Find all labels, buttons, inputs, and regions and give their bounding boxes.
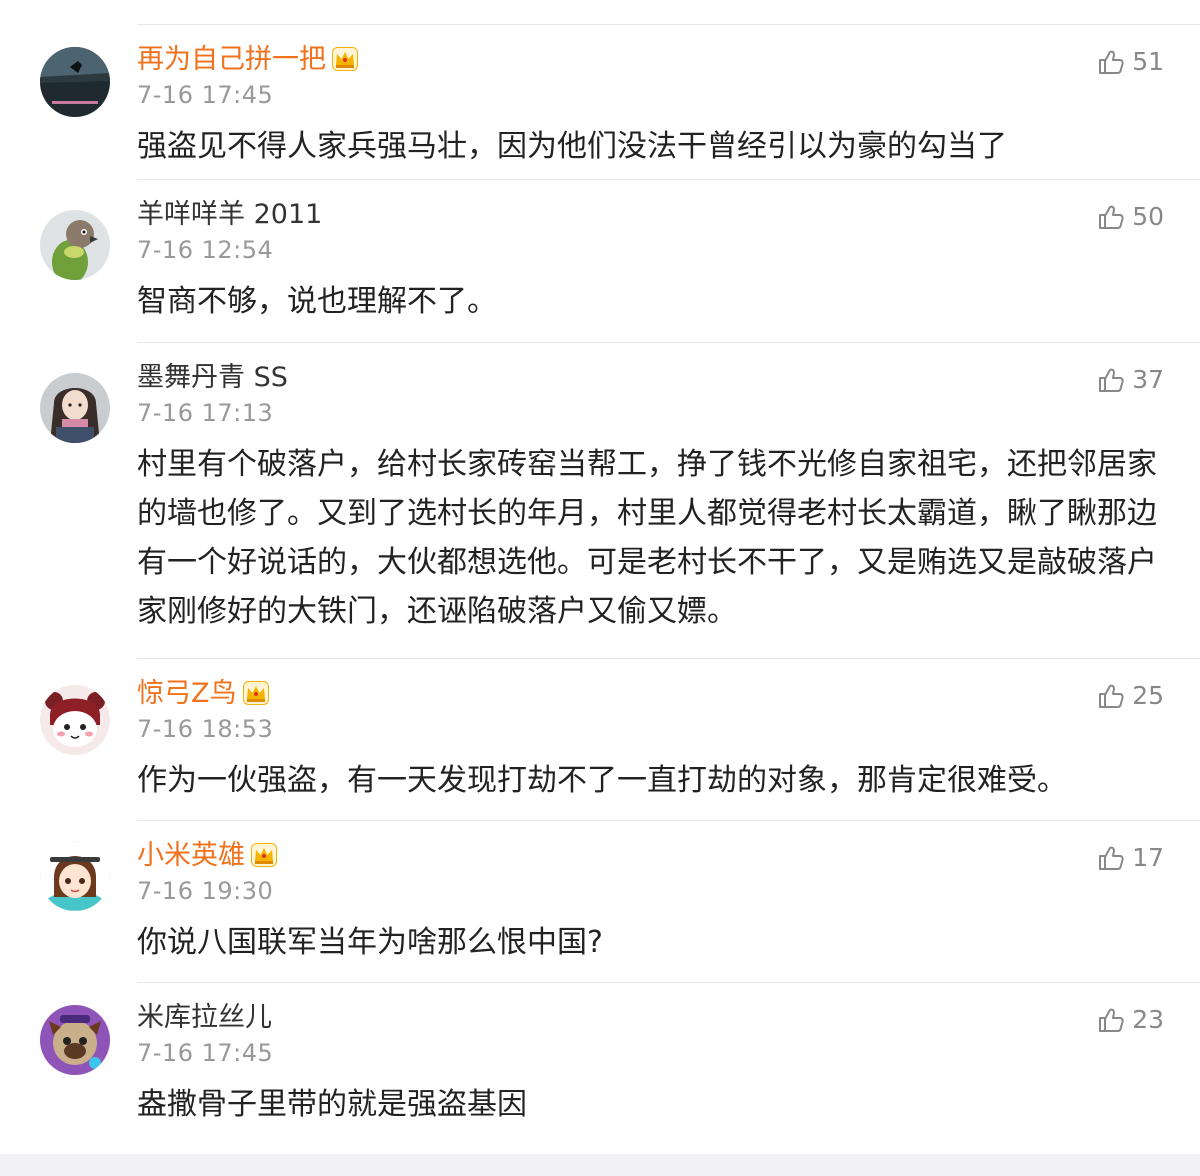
comment-item: 再为自己拼一把 7-16 17:45 强盗见不得人家兵强马壮，因为他们没法干曾经… [0, 25, 1200, 180]
like-button[interactable]: 25 [1098, 681, 1164, 710]
avatar[interactable] [40, 373, 110, 443]
avatar[interactable] [40, 685, 110, 755]
like-button[interactable]: 37 [1098, 365, 1164, 394]
comment-time: 7-16 17:45 [137, 1039, 274, 1067]
thumbs-up-icon[interactable] [1098, 49, 1124, 75]
avatar[interactable] [40, 841, 110, 911]
like-button[interactable]: 17 [1098, 843, 1164, 872]
thumbs-up-icon[interactable] [1098, 845, 1124, 871]
comment-item: 惊弓Z鸟 7-16 18:53 作为一伙强盗，有一天发现打劫不了一直打劫的对象，… [0, 659, 1200, 821]
comment-text: 你说八国联军当年为啥那么恨中国? [137, 925, 603, 960]
comment-text: 强盗见不得人家兵强马壮，因为他们没法干曾经引以为豪的勾当了 [137, 129, 1007, 164]
like-button[interactable]: 51 [1098, 47, 1164, 76]
username[interactable]: 小米英雄 [137, 840, 277, 875]
comment-time: 7-16 17:45 [137, 81, 274, 109]
avatar[interactable] [40, 1005, 110, 1075]
thumbs-up-icon[interactable] [1098, 683, 1124, 709]
like-button[interactable]: 23 [1098, 1005, 1164, 1034]
comment-text: 智商不够，说也理解不了。 [137, 284, 497, 319]
username-text[interactable]: 惊弓Z鸟 [137, 678, 237, 709]
thumbs-up-icon[interactable] [1098, 204, 1124, 230]
comment-item: 墨舞丹青 SS 7-16 17:13 村里有个破落户，给村长家砖窑当帮工，挣了钱… [0, 343, 1200, 659]
username-text[interactable]: 小米英雄 [137, 840, 245, 871]
avatar[interactable] [40, 47, 110, 117]
crown-icon [242, 681, 269, 713]
comment-list: 再为自己拼一把 7-16 17:45 强盗见不得人家兵强马壮，因为他们没法干曾经… [0, 0, 1200, 1154]
comment-time: 7-16 12:54 [137, 236, 274, 264]
crown-icon [251, 843, 277, 875]
comment-item: 米库拉丝儿 7-16 17:45 盎撒骨子里带的就是强盗基因 23 [0, 983, 1200, 1154]
thumbs-up-icon[interactable] [1098, 1007, 1124, 1033]
username[interactable]: 再为自己拼一把 [137, 44, 358, 79]
like-count: 17 [1132, 843, 1164, 872]
comment-text: 作为一伙强盗，有一天发现打劫不了一直打劫的对象，那肯定很难受。 [137, 763, 1067, 798]
comment-time: 7-16 19:30 [137, 877, 274, 905]
comment-item: 羊咩咩羊 2011 7-16 12:54 智商不够，说也理解不了。 50 [0, 180, 1200, 343]
username-text[interactable]: 再为自己拼一把 [137, 44, 326, 75]
comment-time: 7-16 17:13 [137, 399, 274, 427]
comment-item: 小米英雄 7-16 19:30 你说八国联军当年为啥那么恨中国? 17 [0, 821, 1200, 983]
like-count: 25 [1132, 681, 1164, 710]
like-count: 50 [1132, 202, 1164, 231]
avatar[interactable] [40, 210, 110, 280]
comment-text: 村里有个破落户，给村长家砖窑当帮工，挣了钱不光修自家祖宅，还把邻居家的墙也修了。… [137, 447, 1157, 629]
like-count: 23 [1132, 1005, 1164, 1034]
username[interactable]: 羊咩咩羊 2011 [137, 199, 322, 231]
like-count: 51 [1132, 47, 1164, 76]
thumbs-up-icon[interactable] [1098, 367, 1124, 393]
like-count: 37 [1132, 365, 1164, 394]
username[interactable]: 墨舞丹青 SS [137, 362, 288, 394]
like-button[interactable]: 50 [1098, 202, 1164, 231]
crown-icon [332, 47, 358, 79]
username[interactable]: 惊弓Z鸟 [137, 678, 269, 713]
username[interactable]: 米库拉丝儿 [137, 1002, 272, 1034]
comment-text: 盎撒骨子里带的就是强盗基因 [137, 1087, 527, 1122]
username-text[interactable]: 米库拉丝儿 [137, 1002, 272, 1033]
comment-time: 7-16 18:53 [137, 715, 274, 743]
username-text[interactable]: 墨舞丹青 SS [137, 362, 288, 393]
username-text[interactable]: 羊咩咩羊 2011 [137, 199, 322, 230]
